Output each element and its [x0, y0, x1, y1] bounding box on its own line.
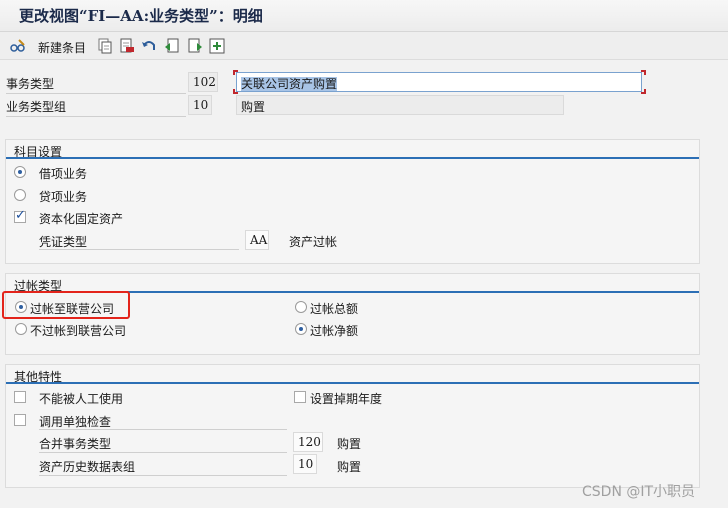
retire-year-label: 设置掉期年度	[310, 392, 383, 406]
consol-type-description: 购置	[337, 437, 362, 451]
label-underline	[6, 116, 186, 117]
consol-type-label: 合并事务类型	[39, 437, 112, 451]
input-focus-corner	[233, 89, 238, 94]
watermark-text: CSDN @IT小职员	[582, 484, 696, 500]
call-check-label: 调用单独检查	[39, 415, 112, 429]
retire-year-checkbox[interactable]	[294, 391, 306, 403]
transaction-group-label: 业务类型组	[6, 100, 67, 114]
glasses-edit-icon[interactable]	[10, 38, 26, 54]
delete-icon[interactable]	[119, 38, 135, 54]
input-focus-corner	[233, 70, 238, 75]
group-divider	[6, 382, 699, 384]
post-net-radio[interactable]	[295, 323, 307, 335]
no-manual-label: 不能被人工使用	[39, 392, 124, 406]
history-group-field[interactable]: 10	[293, 454, 317, 474]
no-post-to-affiliate-radio[interactable]	[15, 323, 27, 335]
post-gross-radio[interactable]	[295, 301, 307, 313]
transaction-type-description-input[interactable]: 关联公司资产购置	[236, 72, 642, 92]
group-divider	[6, 157, 699, 159]
label-underline	[39, 429, 287, 430]
debit-label: 借项业务	[39, 167, 88, 181]
doc-type-description: 资产过帐	[289, 235, 338, 249]
credit-radio[interactable]	[14, 189, 26, 201]
input-focus-corner	[641, 89, 646, 94]
new-entries-button[interactable]: 新建条目	[38, 39, 86, 56]
input-focus-corner	[641, 70, 646, 75]
post-gross-label: 过帐总额	[310, 302, 359, 316]
no-post-to-affiliate-label: 不过帐到联营公司	[30, 324, 127, 338]
label-underline	[39, 475, 287, 476]
previous-entry-icon[interactable]	[164, 38, 180, 54]
doc-type-field[interactable]: AA	[245, 230, 269, 250]
transaction-group-description-field: 购置	[236, 95, 564, 115]
capitalize-label: 资本化固定资产	[39, 212, 124, 226]
capitalize-checkbox[interactable]	[14, 208, 26, 223]
title-bar: 更改视图“FI—AA:业务类型”：明细	[0, 0, 728, 32]
account-settings-group: 科目设置	[5, 139, 700, 264]
history-group-label: 资产历史数据表组	[39, 460, 136, 474]
application-toolbar: 新建条目	[0, 32, 728, 60]
no-manual-checkbox[interactable]	[14, 391, 26, 403]
history-group-description: 购置	[337, 460, 362, 474]
transaction-group-code-field: 10	[188, 95, 212, 115]
undo-icon[interactable]	[141, 38, 157, 54]
debit-radio[interactable]	[14, 166, 26, 178]
label-underline	[6, 93, 186, 94]
annotation-highlight-box	[2, 291, 130, 319]
doc-type-label: 凭证类型	[39, 235, 88, 249]
transaction-type-description-text: 关联公司资产购置	[241, 77, 338, 91]
credit-label: 贷项业务	[39, 190, 88, 204]
transaction-type-code-field: 102	[188, 72, 218, 92]
next-entry-icon[interactable]	[187, 38, 203, 54]
call-check-checkbox[interactable]	[14, 414, 26, 426]
copy-icon[interactable]	[97, 38, 113, 54]
transaction-type-label: 事务类型	[6, 77, 55, 91]
page-title: 更改视图“FI—AA:业务类型”：明细	[19, 7, 263, 25]
consol-type-field[interactable]: 120	[293, 432, 323, 452]
label-underline	[39, 249, 239, 250]
select-icon[interactable]	[209, 38, 225, 54]
post-net-label: 过帐净额	[310, 324, 359, 338]
label-underline	[39, 452, 287, 453]
